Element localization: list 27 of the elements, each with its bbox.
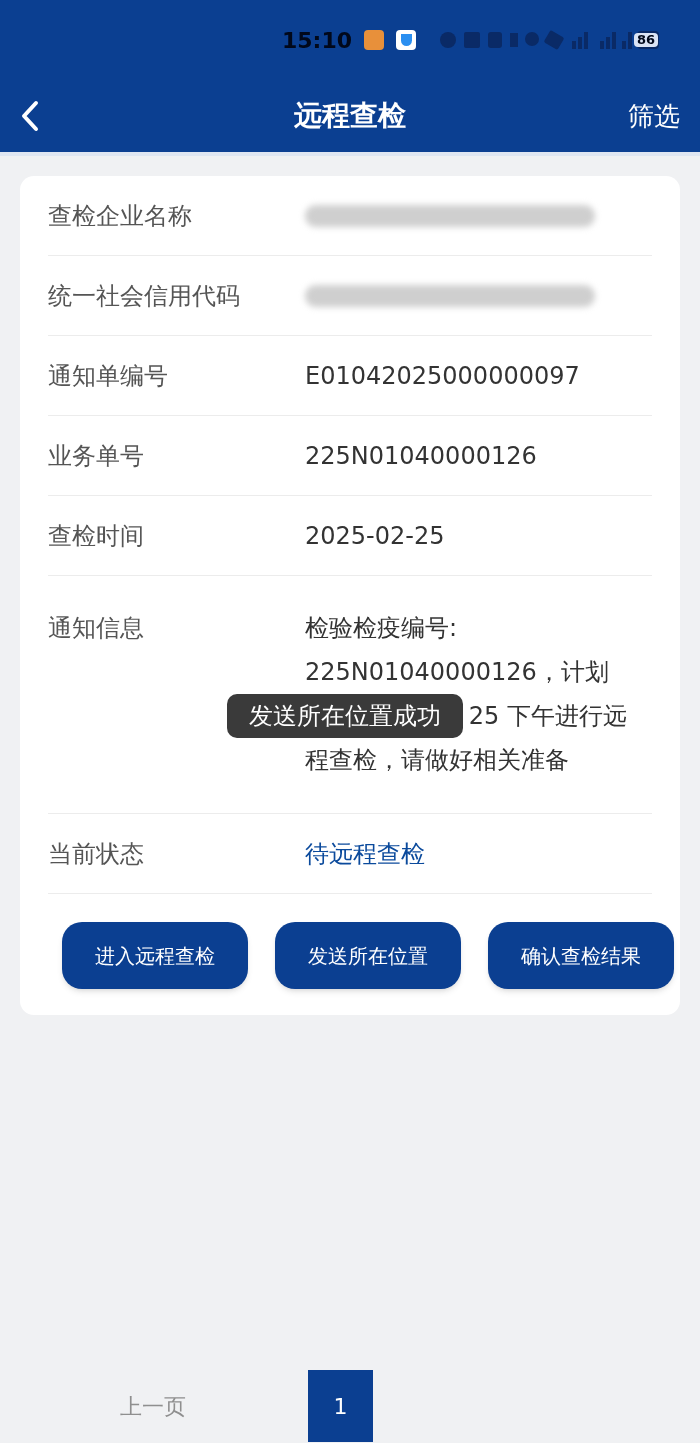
notice-text: 程查检，请做好相关准备 — [305, 745, 569, 776]
field-label: 通知信息 — [48, 613, 145, 644]
status-value: 待远程查检 — [305, 838, 425, 870]
battery-level: 86 — [634, 33, 658, 47]
field-label: 统一社会信用代码 — [48, 280, 241, 312]
field-label: 查检时间 — [48, 520, 145, 552]
page-button[interactable]: 1 — [308, 1370, 373, 1442]
filter-button[interactable]: 筛选 — [628, 96, 680, 136]
page-title: 远程查检 — [294, 98, 406, 134]
notice-text: 25 下午进行远 — [468, 701, 628, 732]
field-value: 225N01040000126 — [305, 440, 537, 472]
toast-message: 发送所在位置成功 — [227, 694, 463, 738]
field-label: 通知单编号 — [48, 360, 169, 392]
field-value: 2025-02-25 — [305, 520, 445, 552]
field-label: 业务单号 — [48, 440, 145, 472]
field-label: 当前状态 — [48, 838, 145, 870]
field-value: E01042025000000097 — [305, 360, 580, 392]
notice-text: 225N01040000126，计划 — [305, 657, 609, 688]
back-icon[interactable] — [20, 100, 40, 132]
action-button[interactable]: 发送所在位置 — [275, 922, 461, 989]
app-icon — [364, 30, 384, 50]
shield-icon — [396, 30, 416, 50]
status-time: 15:10 — [281, 26, 352, 55]
field-label: 查检企业名称 — [48, 200, 193, 232]
notice-text: 检验检疫编号: — [305, 613, 458, 644]
action-button[interactable]: 确认查检结果 — [488, 922, 674, 989]
action-button[interactable]: 进入远程查检 — [62, 922, 248, 989]
